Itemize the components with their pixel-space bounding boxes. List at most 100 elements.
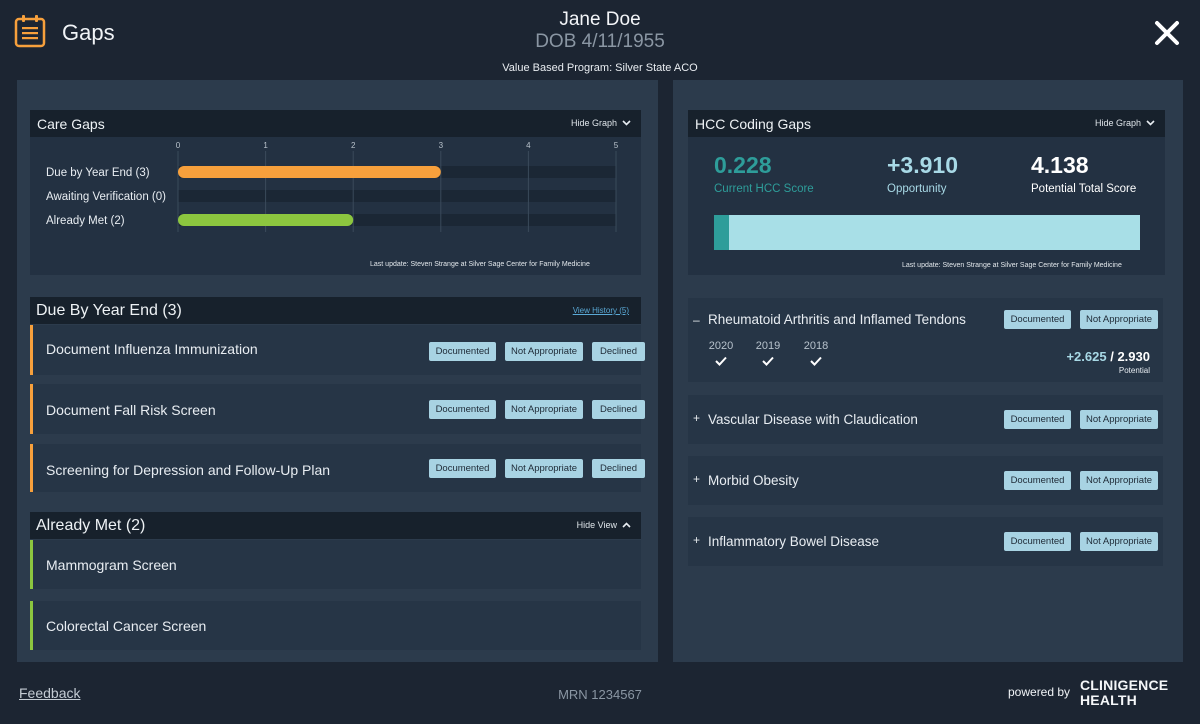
due-section-header: Due By Year End (3) View History (5) [30, 297, 641, 324]
expand-toggle[interactable]: + [693, 533, 700, 547]
care-gaps-last-update: Last update: Steven Strange at Silver Sa… [370, 261, 590, 268]
gap-label: Screening for Depression and Follow-Up P… [46, 462, 331, 478]
hcc-score-bar-fill [714, 215, 729, 250]
not-appropriate-button[interactable]: Not Appropriate [505, 459, 583, 478]
documented-button[interactable]: Documented [1004, 532, 1071, 551]
care-gaps-card: Care Gaps Hide Graph 0 1 2 3 4 5 Due by Year E… [30, 110, 641, 275]
accent-bar [30, 540, 33, 589]
chart-track [178, 190, 616, 202]
accent-bar [30, 444, 33, 492]
documented-button[interactable]: Documented [1004, 410, 1071, 429]
due-gap-row: Document Influenza Immunization Document… [30, 325, 645, 375]
not-appropriate-button[interactable]: Not Appropriate [505, 400, 583, 419]
accent-bar [30, 601, 33, 650]
hcc-header: HCC Coding Gaps Hide Graph [688, 110, 1165, 137]
hide-view-button[interactable]: Hide View [577, 520, 631, 530]
declined-button[interactable]: Declined [592, 400, 645, 419]
chart-tick-label: 4 [526, 141, 531, 150]
hide-graph-button[interactable]: Hide Graph [1095, 118, 1155, 128]
mrn-label: MRN 1234567 [558, 687, 642, 702]
potential-total-score: 4.138 [1031, 152, 1089, 178]
met-gap-row: Mammogram Screen [30, 540, 641, 589]
gap-label: Document Fall Risk Screen [46, 402, 216, 418]
condition-label: Inflammatory Bowel Disease [708, 534, 880, 549]
due-gap-row: Screening for Depression and Follow-Up P… [30, 444, 645, 492]
current-hcc-label: Current HCC Score [714, 183, 814, 195]
accent-bar [30, 325, 33, 375]
not-appropriate-button[interactable]: Not Appropriate [1080, 532, 1158, 551]
chart-category-label: Already Met (2) [46, 215, 125, 227]
brand-line-1: CLINIGENCE [1080, 677, 1169, 693]
check-icon [810, 356, 822, 366]
care-gaps-chart: 0 1 2 3 4 5 Due by Year End (3) Awaiting Verifi… [46, 141, 619, 232]
condition-potential-label: Potential [1118, 366, 1150, 375]
view-history-link[interactable]: View History (5) [573, 306, 629, 315]
patient-name: Jane Doe [559, 9, 641, 30]
collapse-toggle[interactable]: – [693, 313, 700, 327]
chevron-down-icon [622, 120, 631, 126]
chart-tick-label: 1 [263, 141, 268, 150]
potential-total-label: Potential Total Score [1031, 183, 1137, 195]
chart-tick-label: 5 [614, 141, 619, 150]
brand-line-2: HEALTH [1080, 692, 1137, 708]
chart-bar [178, 166, 441, 178]
documented-button[interactable]: Documented [1004, 310, 1071, 329]
gap-label: Document Influenza Immunization [46, 341, 258, 357]
documented-button[interactable]: Documented [429, 342, 496, 361]
hcc-last-update: Last update: Steven Strange at Silver Sa… [902, 262, 1122, 269]
documented-button[interactable]: Documented [1004, 471, 1071, 490]
met-gap-row: Colorectal Cancer Screen [30, 601, 641, 650]
not-appropriate-button[interactable]: Not Appropriate [1080, 471, 1158, 490]
opportunity-label: Opportunity [887, 183, 947, 195]
due-gap-row: Document Fall Risk Screen Documented Not… [30, 384, 645, 434]
care-gaps-header: Care Gaps Hide Graph [30, 110, 641, 137]
hcc-title: HCC Coding Gaps [695, 116, 811, 132]
left-panel: Care Gaps Hide Graph 0 1 2 3 4 5 Due by Year E… [17, 80, 658, 662]
not-appropriate-button[interactable]: Not Appropriate [1080, 410, 1158, 429]
gap-label: Mammogram Screen [46, 557, 177, 573]
program-label: Value Based Program: Silver State ACO [502, 62, 698, 74]
condition-label: Rheumatoid Arthritis and Inflamed Tendon… [708, 312, 966, 327]
condition-score-potential: 2.930 [1117, 349, 1150, 364]
patient-dob: DOB 4/11/1955 [535, 31, 665, 52]
opportunity-score: +3.910 [887, 152, 958, 178]
hcc-condition-row: + Morbid Obesity Documented Not Appropri… [688, 456, 1163, 505]
hide-view-label: Hide View [576, 520, 617, 530]
chart-bar [178, 214, 354, 226]
check-icon [762, 356, 774, 366]
met-section-title: Already Met (2) [36, 517, 146, 534]
expand-toggle[interactable]: + [693, 472, 700, 486]
met-section-header: Already Met (2) Hide View [30, 512, 641, 539]
hcc-condition-row: – Rheumatoid Arthritis and Inflamed Tend… [688, 298, 1163, 382]
close-icon[interactable] [1152, 18, 1182, 48]
chart-tick-label: 2 [351, 141, 356, 150]
chart-tick-label: 0 [176, 141, 181, 150]
brand-logo: CLINIGENCE HEALTH [1080, 678, 1168, 708]
chart-tick-label: 3 [439, 141, 444, 150]
chart-category-label: Due by Year End (3) [46, 167, 150, 179]
care-gaps-title: Care Gaps [37, 116, 105, 132]
hide-graph-label: Hide Graph [570, 118, 617, 128]
declined-button[interactable]: Declined [592, 342, 645, 361]
accent-bar [30, 384, 33, 434]
not-appropriate-button[interactable]: Not Appropriate [505, 342, 583, 361]
feedback-link[interactable]: Feedback [19, 685, 80, 701]
expand-toggle[interactable]: + [693, 411, 700, 425]
hcc-score-bar [714, 215, 1140, 250]
hcc-condition-row: + Inflammatory Bowel Disease Documented … [688, 517, 1163, 566]
patient-info: Jane Doe DOB 4/11/1955 Value Based Progr… [400, 9, 800, 74]
condition-score-delta: +2.625 [1066, 349, 1107, 364]
year-label: 2018 [803, 340, 829, 352]
year-label: 2019 [755, 340, 781, 352]
documented-button[interactable]: Documented [429, 400, 496, 419]
current-hcc-score: 0.228 [714, 152, 772, 178]
check-icon [715, 356, 727, 366]
condition-score: +2.625 / 2.930 [1066, 349, 1150, 364]
gap-label: Colorectal Cancer Screen [46, 618, 207, 634]
not-appropriate-button[interactable]: Not Appropriate [1080, 310, 1158, 329]
notepad-icon [14, 15, 46, 48]
declined-button[interactable]: Declined [592, 459, 645, 478]
chevron-down-icon [1146, 120, 1155, 126]
documented-button[interactable]: Documented [429, 459, 496, 478]
hide-graph-button[interactable]: Hide Graph [571, 118, 631, 128]
